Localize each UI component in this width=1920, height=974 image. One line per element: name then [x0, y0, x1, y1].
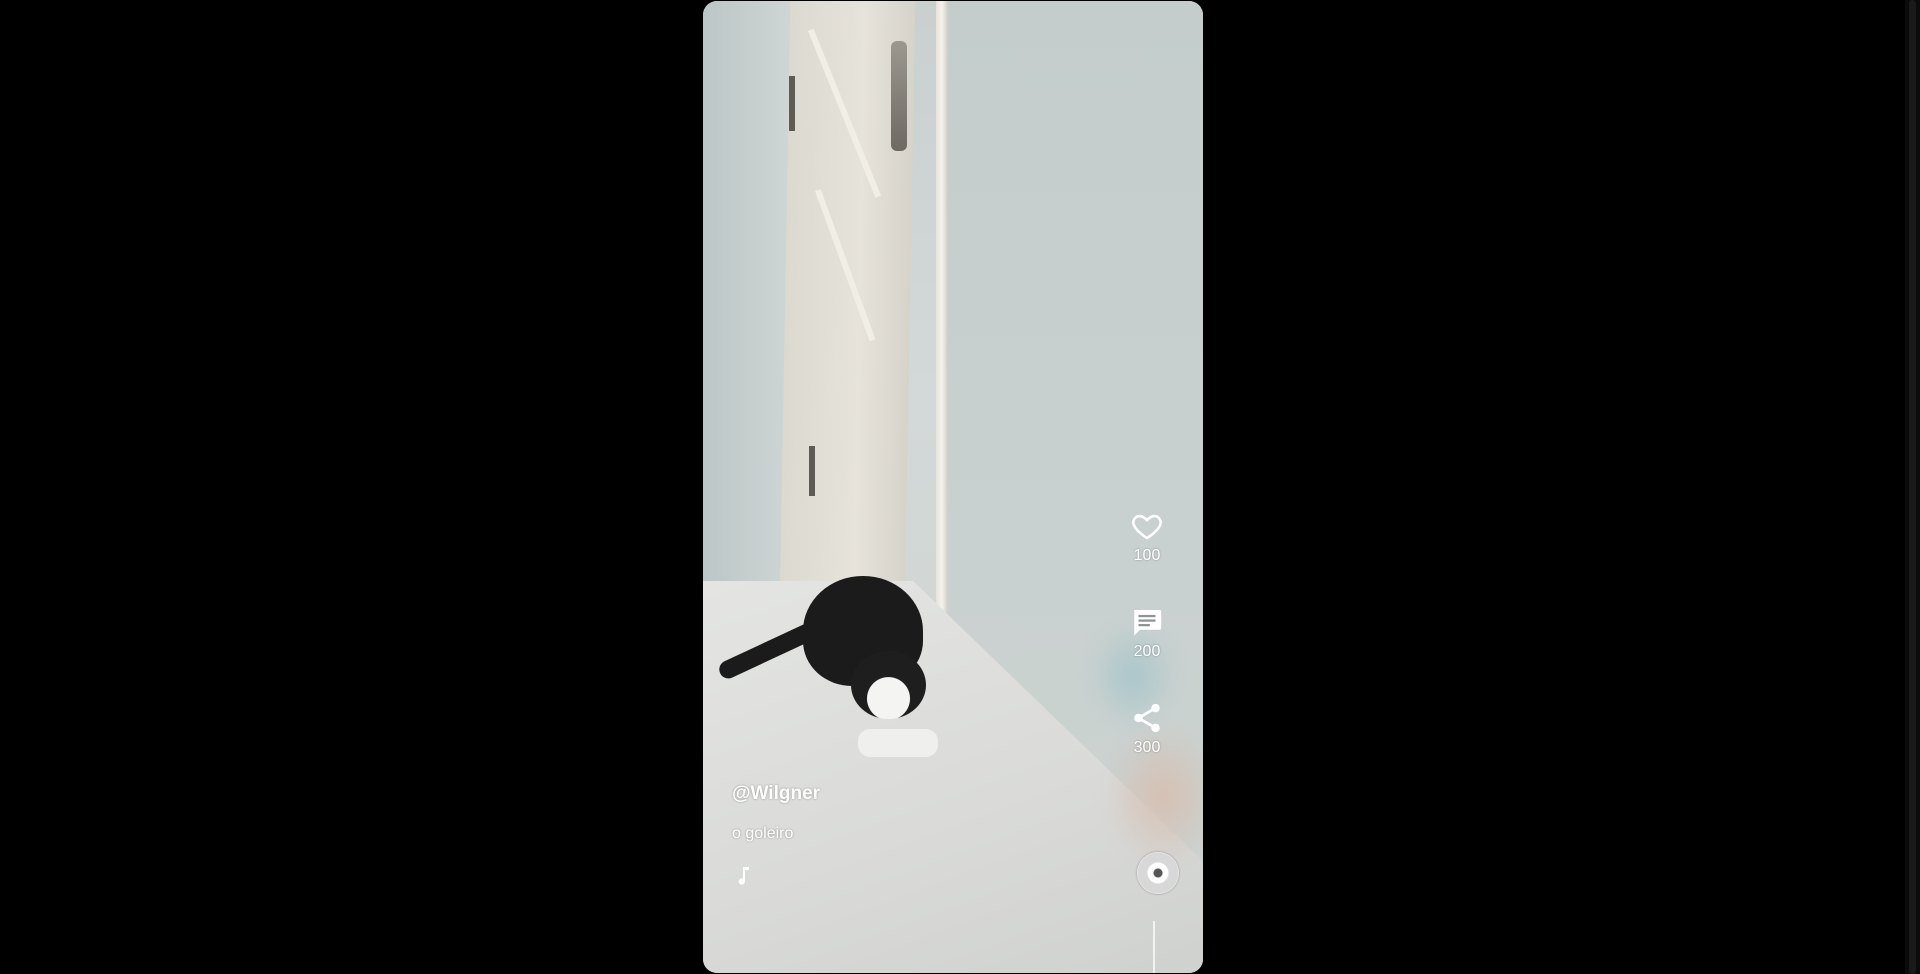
video-info: @Wilgner o goleiro — [732, 783, 820, 889]
video-frame-cat-face — [851, 651, 926, 719]
comment-icon — [1134, 609, 1162, 636]
like-count: 100 — [1133, 547, 1161, 564]
author-username[interactable]: @Wilgner — [732, 783, 820, 807]
video-description: o goleiro — [732, 825, 794, 842]
video-frame-keys — [891, 41, 907, 151]
music-disc-icon[interactable] — [1137, 852, 1179, 894]
comment-count: 200 — [1133, 643, 1161, 660]
page: 100 200 300 @Wilgner o goleiro — [0, 0, 1920, 974]
music-info[interactable] — [732, 863, 820, 889]
progress-indicator — [1153, 921, 1155, 973]
action-bar: 100 200 300 — [1121, 509, 1173, 797]
video-frame-cat-paws — [858, 729, 938, 757]
video-frame-hinge — [809, 446, 815, 496]
scrollbar-thumb[interactable] — [1909, 0, 1916, 974]
video-frame-hinge — [789, 76, 795, 131]
video-player[interactable]: 100 200 300 @Wilgner o goleiro — [703, 1, 1203, 973]
share-count: 300 — [1133, 739, 1161, 756]
share-icon — [1134, 703, 1160, 733]
page-scrollbar[interactable] — [1905, 0, 1920, 974]
share-button[interactable]: 300 — [1130, 701, 1164, 757]
comment-button[interactable]: 200 — [1130, 605, 1164, 661]
music-note-icon — [738, 867, 749, 885]
like-button[interactable]: 100 — [1130, 509, 1164, 565]
video-frame-wall-left — [703, 1, 793, 581]
heart-icon — [1132, 514, 1162, 540]
